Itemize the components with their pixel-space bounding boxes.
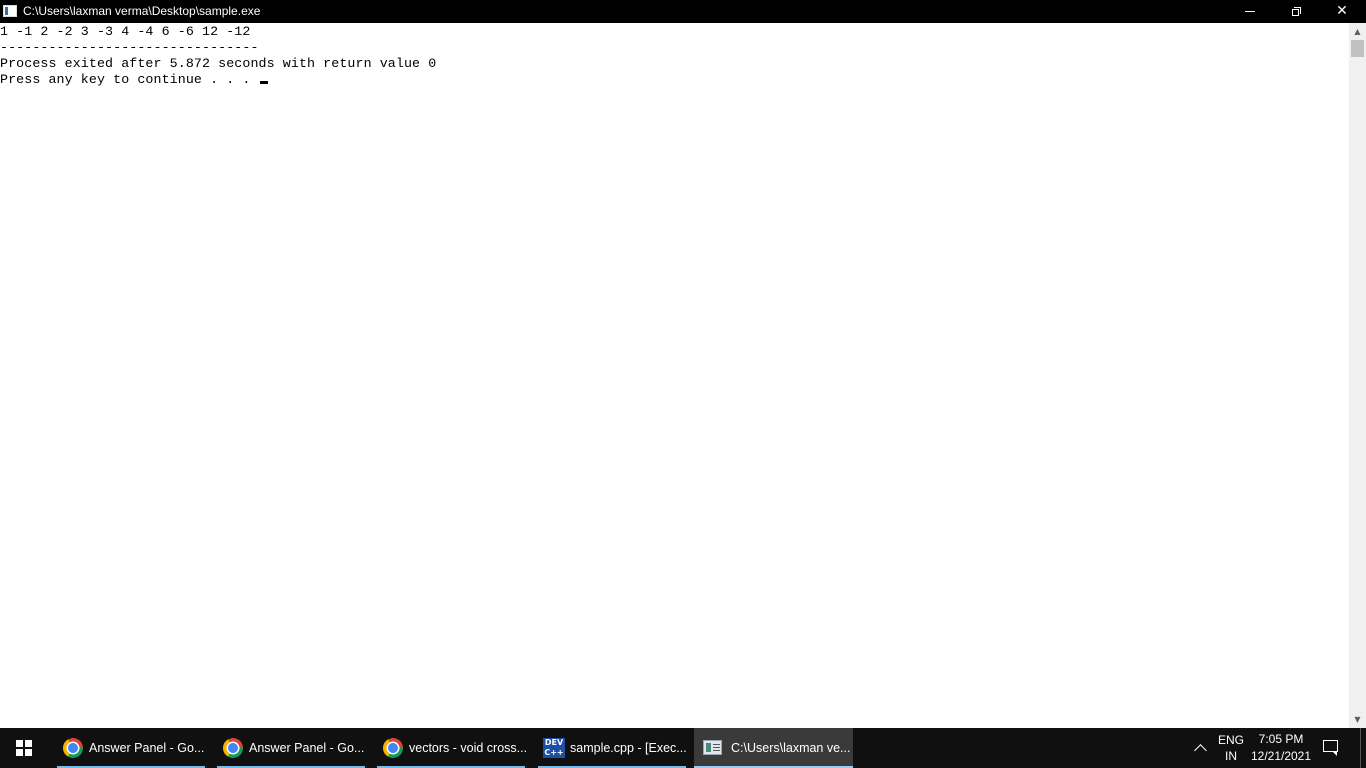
- action-center-button[interactable]: [1322, 739, 1340, 757]
- output-line-prompt: Press any key to continue . . .: [0, 72, 268, 88]
- show-hidden-icons-button[interactable]: [1189, 740, 1211, 757]
- region-code: IN: [1225, 749, 1237, 763]
- minimize-button[interactable]: [1227, 0, 1273, 23]
- restore-button[interactable]: [1273, 0, 1319, 23]
- output-line-values: 1 -1 2 -2 3 -3 4 -4 6 -6 12 -12: [0, 24, 251, 39]
- chevron-up-icon: [1193, 744, 1207, 757]
- start-button[interactable]: [0, 728, 48, 768]
- scroll-down-arrow-icon[interactable]: ▼: [1349, 711, 1366, 728]
- scroll-up-arrow-icon[interactable]: ▲: [1349, 23, 1366, 40]
- show-desktop-button[interactable]: [1360, 728, 1366, 768]
- taskbar-item-chrome-answer-panel-1[interactable]: Answer Panel - Go...: [55, 728, 207, 768]
- close-icon: ✕: [1336, 3, 1348, 19]
- taskbar-item-console[interactable]: C:\Users\laxman ve...: [694, 728, 853, 768]
- text-cursor: [259, 81, 268, 84]
- chrome-icon: [219, 734, 247, 762]
- devcpp-icon: DEV C++: [543, 738, 565, 758]
- clock-time: 7:05 PM: [1258, 732, 1304, 746]
- taskbar-item-label: vectors - void cross...: [409, 741, 528, 755]
- taskbar-item-chrome-vectors[interactable]: vectors - void cross...: [375, 728, 527, 768]
- language-code: ENG: [1217, 733, 1244, 747]
- window-title: C:\Users\laxman verma\Desktop\sample.exe: [23, 4, 261, 18]
- taskbar-item-label: Answer Panel - Go...: [89, 741, 205, 755]
- taskbar-item-label: Answer Panel - Go...: [249, 741, 365, 755]
- minimize-icon: [1245, 11, 1255, 12]
- console-app-icon[interactable]: [3, 5, 17, 17]
- window-title-bar[interactable]: C:\Users\laxman verma\Desktop\sample.exe…: [0, 0, 1366, 23]
- close-button[interactable]: ✕: [1319, 0, 1365, 23]
- output-line-separator: --------------------------------: [0, 40, 259, 55]
- taskbar-item-devcpp[interactable]: DEV C++ sample.cpp - [Exec...: [536, 728, 688, 768]
- restore-icon: [1291, 7, 1301, 16]
- chrome-icon: [59, 734, 87, 762]
- taskbar-item-label: sample.cpp - [Exec...: [570, 741, 687, 755]
- vertical-scrollbar[interactable]: ▲ ▼: [1349, 23, 1366, 728]
- system-clock[interactable]: 7:05 PM 12/21/2021: [1248, 731, 1314, 765]
- scrollbar-thumb[interactable]: [1351, 40, 1364, 57]
- clock-date: 12/21/2021: [1250, 749, 1312, 763]
- input-language-indicator[interactable]: ENG IN: [1214, 732, 1248, 764]
- console-output-area[interactable]: 1 -1 2 -2 3 -3 4 -4 6 -6 12 -12 --------…: [0, 23, 1349, 728]
- windows-logo-icon: [16, 740, 32, 756]
- taskbar-item-chrome-answer-panel-2[interactable]: Answer Panel - Go...: [215, 728, 367, 768]
- console-icon: [703, 740, 722, 755]
- taskbar-item-label: C:\Users\laxman ve...: [731, 741, 851, 755]
- prompt-text: Press any key to continue . . .: [0, 72, 259, 87]
- taskbar: Answer Panel - Go... Answer Panel - Go..…: [0, 728, 1366, 768]
- chrome-icon: [379, 734, 407, 762]
- output-line-process-exit: Process exited after 5.872 seconds with …: [0, 56, 437, 71]
